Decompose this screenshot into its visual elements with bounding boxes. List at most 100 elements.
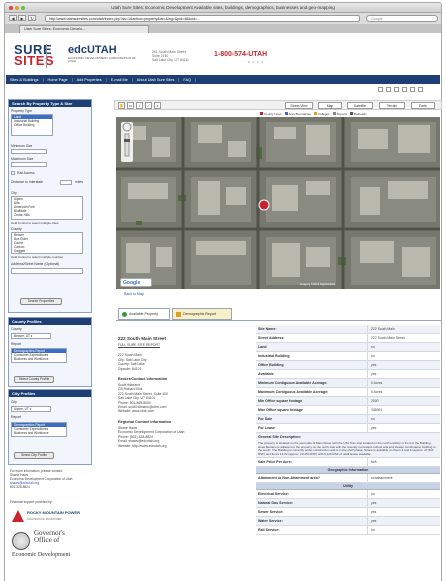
sidebar-contact: For more information, please contact: Sh… bbox=[10, 469, 90, 489]
select-city-profile-button[interactable]: Select City Profile bbox=[14, 452, 54, 459]
back-icon[interactable]: ◀ bbox=[9, 15, 17, 21]
sure-sites-logo[interactable]: SURE SITES bbox=[14, 43, 55, 68]
row-value: 0 Acres bbox=[371, 390, 383, 394]
legend-item[interactable]: Airports bbox=[332, 112, 347, 116]
zoom-box-icon[interactable]: ▭ bbox=[127, 102, 134, 109]
tab-divider bbox=[116, 320, 442, 321]
list-item[interactable]: Office Building bbox=[12, 123, 52, 127]
table-row: Available yes bbox=[256, 370, 440, 379]
logo-line-2: SITES bbox=[14, 53, 55, 68]
legend-item[interactable]: Area Boundaries bbox=[284, 112, 311, 116]
search-properties-button[interactable]: Search Properties bbox=[20, 298, 62, 305]
select-county-profile-button[interactable]: Select County Profile bbox=[14, 376, 54, 383]
bookmark-icon[interactable] bbox=[402, 87, 407, 92]
county-select-label: County bbox=[11, 327, 22, 331]
address-input[interactable] bbox=[11, 268, 83, 274]
nav-faq[interactable]: FAQ bbox=[179, 77, 196, 82]
nav-about[interactable]: About Utah Sure Sites bbox=[133, 77, 180, 82]
tab-label: Available Property bbox=[129, 312, 159, 316]
nav-home[interactable]: Home Page bbox=[44, 77, 73, 82]
table-row: Street Address: 222 South Main Street bbox=[256, 334, 440, 343]
map-type-satellite[interactable]: Satellite bbox=[347, 102, 373, 109]
settings-icon[interactable] bbox=[418, 87, 423, 92]
legend-item[interactable]: Railroads bbox=[349, 112, 367, 116]
city-report-list[interactable]: Demographics Report Consumer Expenditure… bbox=[11, 422, 67, 437]
max-size-label: Maximum Size bbox=[11, 157, 34, 161]
address-bar[interactable]: http://www.utahsuresites.com/utah/index.… bbox=[45, 15, 360, 22]
list-item[interactable]: Business and Workforce bbox=[12, 431, 66, 435]
city-list[interactable]: Alpine Alta American Fork Bluffdale Ceda… bbox=[11, 196, 83, 220]
map-type-map[interactable]: Map bbox=[318, 102, 342, 109]
rail-access-checkbox[interactable] bbox=[11, 171, 15, 175]
map-type-street-view[interactable]: Street View bbox=[285, 102, 313, 109]
map-zoom-slider[interactable] bbox=[121, 134, 129, 164]
rocky-mountain-power-logo[interactable]: ROCKY MOUNTAIN POWER A DIVISION OF PACIF… bbox=[12, 508, 82, 524]
edc-logo-subtitle: ECONOMIC DEVELOPMENT CORPORATION OF UTAH bbox=[68, 56, 136, 64]
forward-icon[interactable]: ▶ bbox=[18, 15, 26, 21]
regional-website-link[interactable]: Website: http://www.edcutah.org bbox=[118, 444, 248, 448]
section-header-geographic: Geographic Information bbox=[256, 467, 440, 475]
legend-item[interactable]: County Lines bbox=[260, 112, 282, 116]
help-icon[interactable] bbox=[410, 87, 415, 92]
property-type-list[interactable]: Land Industrial Building Office Building bbox=[11, 114, 53, 136]
city-panel-title: City Profiles bbox=[9, 390, 91, 397]
row-key: Available bbox=[256, 370, 368, 378]
row-value: 335391 bbox=[371, 408, 383, 412]
county-report-list[interactable]: Demographics Report Consumer Expenditure… bbox=[11, 348, 67, 363]
list-item[interactable]: Cedar Hills bbox=[12, 213, 82, 217]
distance-input[interactable] bbox=[60, 180, 72, 185]
tab-demographic-report[interactable]: Demographic Report bbox=[172, 308, 232, 320]
table-row: Rail Service: no bbox=[256, 526, 440, 536]
legend-label: Airports bbox=[336, 112, 347, 116]
row-key: Sewer Service: bbox=[256, 508, 368, 517]
max-size-input[interactable] bbox=[11, 162, 47, 167]
county-list[interactable]: Beaver Box Elder Cache Carbon Daggett bbox=[11, 232, 83, 254]
map-type-terrain[interactable]: Terrain bbox=[379, 102, 405, 109]
map-type-earth[interactable]: Earth bbox=[411, 102, 435, 109]
legend-item[interactable]: Colleges bbox=[313, 112, 330, 116]
county-select[interactable]: Beaver, UT ▾ bbox=[11, 333, 51, 339]
broker-heading: Broker/Contact Information bbox=[118, 377, 168, 382]
reload-icon[interactable]: ↻ bbox=[28, 15, 36, 21]
table-row: Sale Price Per Acre: N/A bbox=[256, 458, 440, 468]
magnify-icon[interactable]: ⌕ bbox=[154, 102, 161, 109]
back-to-map-link[interactable]: Back to Map bbox=[124, 292, 144, 296]
legend-label: Railroads bbox=[353, 112, 367, 116]
tab-label: Demographic Report bbox=[183, 312, 217, 316]
table-row: Minimum Contiguous Available Acreage: 0 A… bbox=[256, 379, 440, 388]
print-icon[interactable] bbox=[378, 87, 383, 92]
table-row: Land no bbox=[256, 343, 440, 352]
property-type-label: Property Type bbox=[11, 109, 33, 113]
list-item[interactable]: Business and Workforce bbox=[12, 357, 66, 361]
nav-add-properties[interactable]: Add Properties bbox=[73, 77, 107, 82]
measure-icon[interactable]: ⟋ bbox=[145, 102, 152, 109]
hand-tool-icon[interactable]: ✋ bbox=[118, 102, 125, 109]
table-row: Attainment or Non-Attainment area? nonatt… bbox=[256, 474, 440, 484]
table-row: Water Service: yes bbox=[256, 517, 440, 527]
county-panel-title: County Profiles bbox=[9, 318, 91, 325]
edc-logo[interactable]: edcUTAH bbox=[68, 44, 117, 56]
browser-tab[interactable]: Utah Sure Sites: Economic Develo... bbox=[19, 25, 149, 33]
legend-label: County Lines bbox=[264, 112, 282, 116]
table-row: Electrical Service: no bbox=[256, 490, 440, 500]
tab-strip: Utah Sure Sites: Economic Develo... bbox=[4, 24, 442, 33]
satellite-map[interactable] bbox=[116, 117, 440, 289]
nav-email[interactable]: E-mail Me bbox=[107, 77, 133, 82]
map-credit: Imagery ©2010 DigitalGlobe bbox=[300, 282, 336, 286]
email-icon[interactable] bbox=[386, 87, 391, 92]
city-report-label: Report bbox=[11, 415, 22, 419]
list-item[interactable]: Daggett bbox=[12, 249, 82, 253]
row-value: yes bbox=[371, 501, 377, 506]
property-table: Site Name: 222 South Main Street Address:… bbox=[256, 325, 440, 536]
nav-sites-buildings[interactable]: Sites & Buildings bbox=[6, 77, 44, 82]
info-icon[interactable]: i bbox=[136, 102, 143, 109]
city-select[interactable]: Alpine, UT ▾ bbox=[11, 406, 51, 412]
min-size-input[interactable] bbox=[11, 149, 47, 154]
governors-office-logo[interactable]: Governor's Office of Economic Developmen… bbox=[12, 530, 92, 570]
google-logo: Google bbox=[120, 278, 152, 287]
share-icon[interactable] bbox=[394, 87, 399, 92]
search-bar[interactable]: Google bbox=[366, 15, 438, 22]
tab-available-property[interactable]: Available Property bbox=[118, 308, 170, 320]
map-pan-control[interactable] bbox=[124, 124, 132, 132]
row-key: Water Service: bbox=[256, 517, 368, 526]
